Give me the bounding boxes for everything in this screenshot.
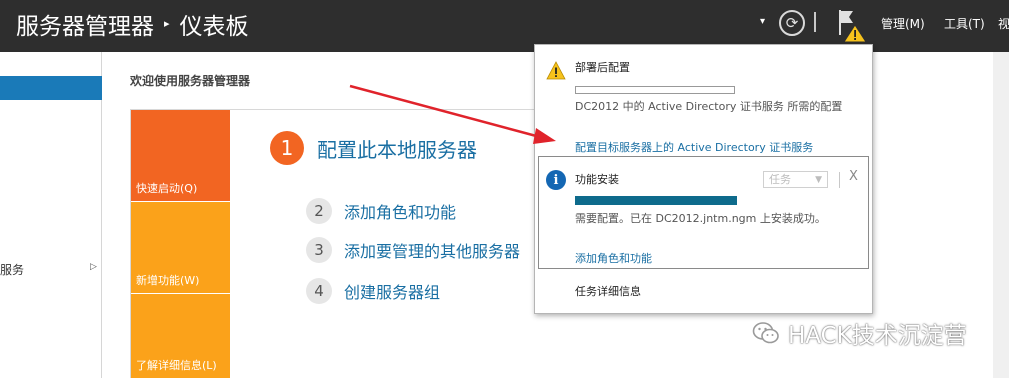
task-dropdown-label: 任务 [769,173,791,186]
notification-description: DC2012 中的 Active Directory 证书服务 所需的配置 [575,100,843,113]
watermark: HACK技术沉淀营 [752,316,967,350]
nav-item-dashboard-selected[interactable] [0,76,102,100]
header-divider [814,12,816,32]
add-roles-features-link[interactable]: 添加角色和功能 [575,250,652,266]
breadcrumb-separator: ▸ [164,16,170,30]
step-add-roles-features[interactable]: 2 添加角色和功能 [306,198,456,224]
tile-label: 快速启动(Q) [136,182,198,195]
step-link[interactable]: 创建服务器组 [344,279,440,303]
step-configure-local-server[interactable]: 1 配置此本地服务器 [270,131,477,165]
task-dropdown[interactable]: 任务 ▼ [763,171,828,188]
notification-title: 部署后配置 [575,61,630,74]
left-navigation: 服务 ▷ [0,52,102,378]
refresh-icon: ⟳ [785,14,799,32]
tile-label: 新增功能(W) [136,274,200,287]
nav-item-label: 服务 [0,263,25,277]
progress-bar-complete [575,196,737,205]
divider [839,172,840,188]
tile-learn-more[interactable]: 了解详细信息(L) [131,294,230,378]
menu-tools[interactable]: 工具(T) [944,15,985,32]
chevron-down-icon[interactable]: ▾ [760,16,765,27]
tile-whats-new[interactable]: 新增功能(W) [131,202,230,293]
notifications-flag-button[interactable] [836,8,870,44]
watermark-text: HACK技术沉淀营 [788,323,967,349]
menu-view[interactable]: 视 [998,15,1009,32]
wechat-logo-icon [752,322,779,344]
notifications-panel: 部署后配置 DC2012 中的 Active Directory 证书服务 所需… [534,44,873,314]
warning-icon [546,61,566,80]
right-scroll-strip [993,52,1009,378]
step-number: 1 [270,131,304,165]
breadcrumb: 服务器管理器 ▸ 仪表板 [16,8,249,40]
step-number: 4 [306,278,332,304]
tile-label: 了解详细信息(L) [136,359,217,372]
app-title[interactable]: 服务器管理器 [16,7,154,41]
step-create-server-group[interactable]: 4 创建服务器组 [306,278,440,304]
info-icon: i [546,170,566,190]
menu-manage[interactable]: 管理(M) [881,15,925,32]
chevron-down-icon: ▼ [815,175,822,185]
configure-adcs-link[interactable]: 配置目标服务器上的 Active Directory 证书服务 [575,139,813,155]
step-link[interactable]: 添加角色和功能 [344,199,456,223]
refresh-button[interactable]: ⟳ [779,10,805,36]
step-link[interactable]: 配置此本地服务器 [317,134,477,163]
step-number: 2 [306,198,332,224]
progress-bar-empty [575,86,735,94]
page-title: 仪表板 [179,14,249,40]
close-icon[interactable]: X [849,169,858,184]
feature-install-notification: i 功能安装 任务 ▼ X 需要配置。已在 DC2012.jntm.ngm 上安… [538,156,869,269]
flag-warning-icon [839,10,867,43]
task-details-link[interactable]: 任务详细信息 [575,283,641,299]
tile-quick-start[interactable]: 快速启动(Q) [131,110,230,201]
step-link[interactable]: 添加要管理的其他服务器 [344,238,520,262]
step-add-servers[interactable]: 3 添加要管理的其他服务器 [306,237,520,263]
notification-title: 功能安装 [575,173,619,186]
notification-description: 需要配置。已在 DC2012.jntm.ngm 上安装成功。 [575,212,826,225]
expand-arrow-icon[interactable]: ▷ [90,262,97,272]
nav-item-services[interactable]: 服务 ▷ [0,260,102,278]
step-number: 3 [306,237,332,263]
welcome-heading: 欢迎使用服务器管理器 [130,74,251,88]
